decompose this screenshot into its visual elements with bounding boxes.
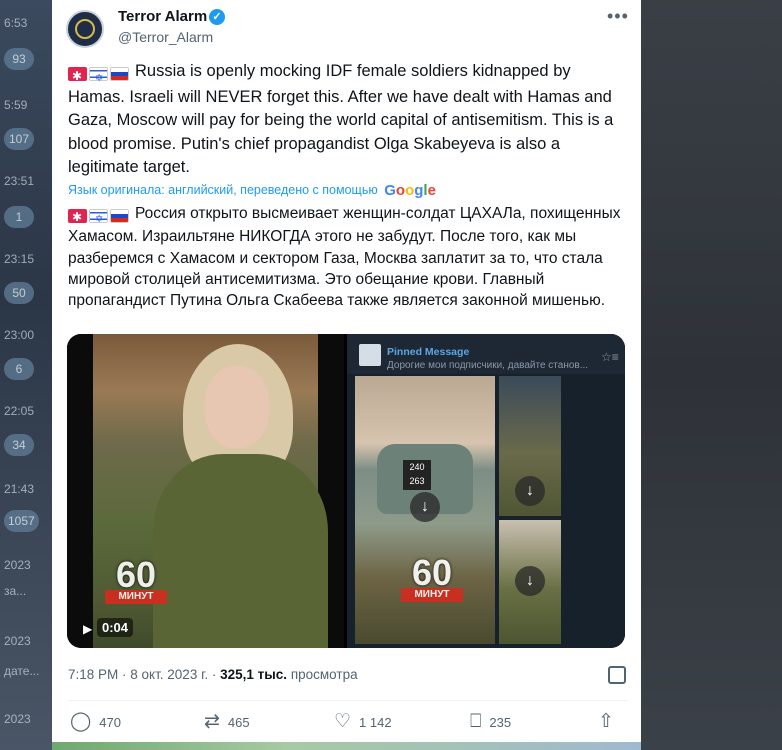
download-icon[interactable]: ↓ — [515, 566, 545, 596]
tweet-meta: 7:18 PM · 8 окт. 2023 г. · 325,1 тыс. пр… — [68, 667, 358, 682]
chat-time: 2023 — [4, 558, 31, 572]
tweet-text-original: Russia is openly mocking IDF female sold… — [68, 60, 623, 180]
bookmark-icon: ⎕ — [470, 711, 482, 732]
play-icon[interactable]: ▶ — [83, 622, 92, 636]
unread-badge: 50 — [4, 272, 52, 304]
views-count: 325,1 тыс. — [220, 667, 288, 682]
chat-time: 6:53 — [4, 16, 28, 30]
chat-snippet: за... — [4, 584, 27, 598]
media-image-top-right: ↓ — [499, 376, 561, 516]
chat-time: 2023 — [4, 712, 31, 726]
pinned-title: Pinned Message — [387, 346, 470, 358]
like-count: 1 142 — [359, 714, 392, 730]
unread-badge: 1 — [4, 196, 52, 228]
chat-time: 21:43 — [4, 482, 35, 496]
download-icon[interactable]: ↓ — [515, 476, 545, 506]
share-icon: ⇧ — [598, 711, 614, 732]
download-icon[interactable]: ↓ — [410, 492, 440, 522]
retweet-count: 465 — [227, 714, 250, 730]
background-bottom-strip — [52, 742, 641, 750]
share-button[interactable]: ⇧ — [598, 712, 614, 732]
like-button[interactable]: ♡ 1 142 — [334, 712, 392, 732]
pinned-thumbnail — [359, 344, 381, 366]
israel-flag-icon — [89, 66, 108, 90]
video-player-1[interactable]: 60 МИНУТ ▶ 0:04 — [67, 334, 344, 648]
tweet-date[interactable]: 8 окт. 2023 г. — [130, 667, 208, 682]
video-duration: 0:04 — [97, 618, 134, 637]
alarm-flag-icon — [68, 207, 87, 228]
unread-badge: 1057 — [4, 500, 52, 532]
flag-emojis — [68, 62, 131, 90]
translation-notice[interactable]: Язык оригинала: английский, переведено с… — [68, 182, 436, 199]
retweet-icon: ⇄ — [204, 711, 220, 732]
chat-time: 2023 — [4, 634, 31, 648]
reply-button[interactable]: ◯ 470 — [70, 712, 121, 732]
russia-flag-icon — [110, 66, 129, 81]
divider — [68, 700, 628, 701]
media-image-bottom-right: ↓ — [499, 520, 561, 644]
bookmark-count: 235 — [489, 714, 512, 730]
number-tag: 240 263 — [403, 460, 431, 490]
russia-flag-icon — [110, 208, 129, 223]
action-bar: ◯ 470 ⇄ 465 ♡ 1 142 ⎕ 235 ⇧ — [68, 712, 628, 738]
google-logo: Google — [384, 182, 436, 199]
unread-badge: 34 — [4, 424, 52, 456]
author-avatar[interactable] — [66, 10, 104, 48]
tweet-text-ru: Россия открыто высмеивает женщин-солдат … — [68, 205, 621, 310]
israel-flag-icon — [89, 208, 108, 230]
tweet-text-translated: Россия открыто высмеивает женщин-солдат … — [68, 203, 628, 311]
views-label: просмотра — [290, 667, 358, 682]
reply-icon: ◯ — [70, 711, 92, 732]
channel-logo: 60 МИНУТ — [395, 552, 469, 602]
video-player-2[interactable]: Pinned Message Дорогие мои подписчики, д… — [347, 334, 625, 648]
chat-snippet: дате... — [4, 664, 40, 678]
chat-time: 23:51 — [4, 174, 35, 188]
pinned-message-bar: Pinned Message Дорогие мои подписчики, д… — [347, 334, 625, 374]
tweet-media: 60 МИНУТ ▶ 0:04 Pinned Message Дорогие м… — [67, 334, 625, 648]
unread-badge: 93 — [4, 38, 52, 70]
channel-logo: 60 МИНУТ — [99, 554, 173, 604]
unread-badge: 107 — [4, 118, 52, 150]
more-options-icon[interactable]: ••• — [607, 6, 629, 27]
chat-time: 5:59 — [4, 98, 28, 112]
pin-list-icon: ☆≡ — [601, 350, 619, 364]
alarm-flag-icon — [68, 65, 87, 88]
tweet-text-en: Russia is openly mocking IDF female sold… — [68, 62, 614, 176]
chat-time: 23:00 — [4, 328, 35, 342]
unread-badge: 6 — [4, 348, 52, 380]
background-chat-list: 6:53 93 5:59 107 23:51 1 23:15 50 23:00 … — [0, 0, 52, 750]
verified-badge-icon: ✓ — [209, 9, 225, 25]
chat-time: 22:05 — [4, 404, 35, 418]
tweet-time[interactable]: 7:18 PM — [68, 667, 118, 682]
analytics-icon[interactable] — [608, 666, 626, 684]
author-name[interactable]: Terror Alarm — [118, 8, 207, 25]
retweet-button[interactable]: ⇄ 465 — [204, 712, 250, 732]
media-image-left: 240 263 ↓ 60 МИНУТ — [355, 376, 495, 644]
background-right-panel — [641, 0, 782, 750]
bookmark-button[interactable]: ⎕ 235 — [470, 712, 511, 732]
pinned-text: Дорогие мои подписчики, давайте станов..… — [387, 360, 589, 371]
tweet-card: Terror Alarm ✓ @Terror_Alarm ••• Russia … — [52, 0, 641, 742]
author-handle[interactable]: @Terror_Alarm — [118, 29, 213, 45]
heart-icon: ♡ — [334, 711, 352, 732]
reply-count: 470 — [99, 714, 121, 730]
chat-time: 23:15 — [4, 252, 35, 266]
flag-emojis — [68, 205, 131, 230]
